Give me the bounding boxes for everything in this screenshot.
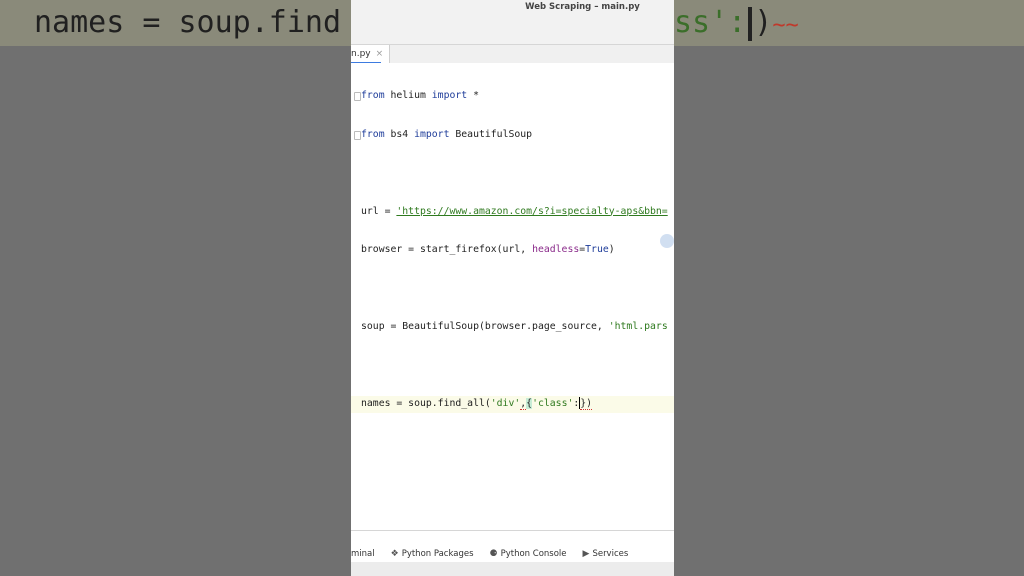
- tool-window-bar: minal ❖ Python Packages ⚈ Python Console ▶…: [351, 546, 674, 562]
- layers-icon: ❖: [390, 549, 399, 559]
- code-line-4: url = 'https://www.amazon.com/s?i=specia…: [361, 205, 668, 217]
- python-console-tab[interactable]: ⚈ Python Console: [490, 549, 567, 559]
- services-tab[interactable]: ▶ Services: [583, 549, 629, 559]
- play-icon: ▶: [582, 549, 590, 559]
- background-code-right: ss':)~~: [674, 0, 1024, 46]
- ide-window: Web Scraping – main.py n.py × from heliu…: [351, 0, 674, 576]
- fold-icon[interactable]: [354, 130, 361, 140]
- background-code-left: names = soup.find: [0, 0, 351, 46]
- code-line-9-current: names = soup.find_all('div',{'class':}): [351, 396, 674, 413]
- code-editor[interactable]: from helium import * from bs4 import Bea…: [351, 63, 674, 531]
- cursor-highlight: [660, 234, 674, 248]
- window-title: Web Scraping – main.py: [525, 2, 640, 12]
- python-icon: ⚈: [489, 549, 498, 559]
- code-line-1: from helium import *: [354, 88, 674, 105]
- tab-main-py[interactable]: n.py ×: [351, 45, 391, 64]
- fold-icon[interactable]: [354, 92, 361, 101]
- tab-label: n.py: [351, 49, 371, 59]
- code-line-5: browser = start_firefox(url, headless=Tr…: [361, 244, 615, 255]
- status-strip: [351, 562, 674, 576]
- python-packages-tab[interactable]: ❖ Python Packages: [391, 549, 474, 559]
- terminal-tab[interactable]: minal: [351, 549, 375, 559]
- close-icon[interactable]: ×: [376, 45, 384, 63]
- background-zoom-right: ss':)~~: [674, 0, 1024, 576]
- code-line-2: from bs4 import BeautifulSoup: [354, 127, 674, 144]
- background-zoom-left: names = soup.find: [0, 0, 351, 576]
- title-bar: Web Scraping – main.py: [351, 0, 674, 45]
- editor-tab-bar: n.py ×: [351, 45, 674, 64]
- code-line-7: soup = BeautifulSoup(browser.page_source…: [361, 321, 668, 332]
